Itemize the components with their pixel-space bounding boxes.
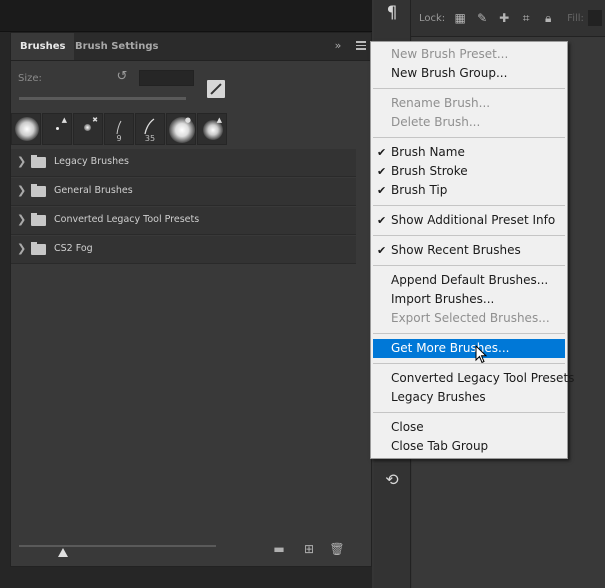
menu-separator xyxy=(373,363,565,364)
menu-separator xyxy=(373,265,565,266)
folder-icon[interactable]: ▬ xyxy=(271,541,287,557)
group-name: Legacy Brushes xyxy=(54,156,129,167)
menu-item-new-brush-preset[interactable]: New Brush Preset... xyxy=(373,45,565,64)
menu-item-import-brushes[interactable]: Import Brushes... xyxy=(373,290,565,309)
brush-edit-icon[interactable] xyxy=(207,80,225,98)
brush-size-label: 35 xyxy=(144,134,156,143)
menu-separator xyxy=(373,205,565,206)
slider-thumb[interactable] xyxy=(58,548,68,557)
recent-brush[interactable]: ▲ xyxy=(42,113,72,145)
panel-menu-icon[interactable] xyxy=(354,39,368,53)
brushes-panel: Brushes Brush Settings » Size: ↺ ▲ ✖ 9 3… xyxy=(10,32,372,567)
recent-brush[interactable]: ● xyxy=(166,113,196,145)
brushes-panel-flyout-menu: New Brush Preset... New Brush Group... R… xyxy=(370,41,574,459)
checkmark-icon: ✔ xyxy=(377,214,387,227)
layer-options-bar: Lock: ▦ ✎ ✚ ⌗ 🔒︎ Fill: xyxy=(411,0,605,37)
menu-item-close[interactable]: Close xyxy=(373,418,565,437)
brush-stroke-icon xyxy=(116,120,122,135)
recent-brush[interactable] xyxy=(11,113,41,145)
trash-icon[interactable]: 🗑︎ xyxy=(329,541,345,557)
folder-icon xyxy=(31,213,46,226)
menu-item-append-default-brushes[interactable]: Append Default Brushes... xyxy=(373,271,565,290)
menu-separator xyxy=(373,412,565,413)
folder-icon xyxy=(31,242,46,255)
checkmark-icon: ✔ xyxy=(377,184,387,197)
checkerboard-lock-icon[interactable]: ▦ xyxy=(453,11,467,25)
menu-item-rename-brush[interactable]: Rename Brush... xyxy=(373,94,565,113)
menu-item-brush-tip[interactable]: ✔ Brush Tip xyxy=(373,181,565,200)
menu-item-brush-name[interactable]: ✔ Brush Name xyxy=(373,143,565,162)
reset-size-icon[interactable]: ↺ xyxy=(115,70,129,84)
brush-size-label: 9 xyxy=(116,134,122,143)
menu-item-legacy-brushes[interactable]: Legacy Brushes xyxy=(373,388,565,407)
fill-label: Fill: xyxy=(567,12,584,24)
folder-icon xyxy=(31,155,46,168)
new-brush-icon[interactable]: ⊞ xyxy=(301,541,317,557)
folder-icon xyxy=(31,184,46,197)
checkmark-icon: ✔ xyxy=(377,146,387,159)
mouse-cursor-icon xyxy=(475,345,488,364)
pressure-icon: ● xyxy=(184,116,191,124)
recent-brush[interactable]: 35 xyxy=(135,113,165,145)
checkmark-icon: ✔ xyxy=(377,165,387,178)
menu-item-show-additional-preset-info[interactable]: ✔ Show Additional Preset Info xyxy=(373,211,565,230)
menu-item-delete-brush[interactable]: Delete Brush... xyxy=(373,113,565,132)
recent-brushes-strip: ▲ ✖ 9 35 ● ▲ xyxy=(11,113,241,147)
fill-input[interactable] xyxy=(587,10,602,26)
tab-brush-settings[interactable]: Brush Settings xyxy=(66,33,167,60)
chevron-right-icon[interactable]: ❯ xyxy=(17,184,26,197)
pressure-size-icon: ✖ xyxy=(92,116,98,124)
paragraph-icon[interactable]: ¶ xyxy=(384,4,400,22)
pressure-size-icon: ▲ xyxy=(61,116,67,124)
menu-item-close-tab-group[interactable]: Close Tab Group xyxy=(373,437,565,456)
panel-footer: ▬ ⊞ 🗑︎ xyxy=(11,533,371,566)
pressure-size-icon: ▲ xyxy=(216,116,222,124)
chevron-right-icon[interactable]: ❯ xyxy=(17,242,26,255)
size-slider[interactable] xyxy=(19,97,186,100)
tab-brushes[interactable]: Brushes xyxy=(11,33,75,60)
group-name: CS2 Fog xyxy=(54,243,93,254)
panel-tab-bar: Brushes Brush Settings » xyxy=(11,33,371,61)
menu-item-brush-stroke[interactable]: ✔ Brush Stroke xyxy=(373,162,565,181)
soft-round-brush-icon xyxy=(15,117,39,141)
brush-group-general-brushes[interactable]: ❯ General Brushes xyxy=(11,178,356,206)
menu-item-converted-legacy-tool-presets[interactable]: Converted Legacy Tool Presets xyxy=(373,369,574,388)
recent-brush[interactable]: ✖ xyxy=(73,113,103,145)
history-icon[interactable]: ⟲ xyxy=(382,470,402,490)
brush-lock-icon[interactable]: ✎ xyxy=(475,11,489,25)
checkmark-icon: ✔ xyxy=(377,244,387,257)
group-name: Converted Legacy Tool Presets xyxy=(54,214,200,225)
brush-group-legacy-brushes[interactable]: ❯ Legacy Brushes xyxy=(11,149,356,177)
brush-group-converted-legacy-tool-presets[interactable]: ❯ Converted Legacy Tool Presets xyxy=(11,207,356,235)
padlock-icon[interactable]: 🔒︎ xyxy=(541,11,555,25)
menu-separator xyxy=(373,137,565,138)
menu-item-show-recent-brushes[interactable]: ✔ Show Recent Brushes xyxy=(373,241,565,260)
brush-stroke-icon xyxy=(144,118,155,135)
size-input[interactable] xyxy=(139,70,194,86)
artboard-lock-icon[interactable]: ⌗ xyxy=(519,11,533,25)
size-label: Size: xyxy=(18,73,42,84)
top-strip xyxy=(0,0,372,32)
menu-separator xyxy=(373,235,565,236)
menu-separator xyxy=(373,333,565,334)
menu-item-get-more-brushes[interactable]: Get More Brushes... xyxy=(373,339,565,358)
chevron-right-icon[interactable]: ❯ xyxy=(17,155,26,168)
lock-label: Lock: xyxy=(419,12,446,24)
thumbnail-size-slider[interactable] xyxy=(19,545,216,547)
brush-group-cs2-fog[interactable]: ❯ CS2 Fog xyxy=(11,236,356,264)
recent-brush[interactable]: ▲ xyxy=(197,113,227,145)
collapse-panel-icon[interactable]: » xyxy=(331,39,345,53)
recent-brush[interactable]: 9 xyxy=(104,113,134,145)
small-soft-brush-icon xyxy=(84,124,91,131)
chevron-right-icon[interactable]: ❯ xyxy=(17,213,26,226)
hard-round-brush-icon xyxy=(56,127,59,130)
menu-item-export-selected-brushes[interactable]: Export Selected Brushes... xyxy=(373,309,565,328)
menu-item-new-brush-group[interactable]: New Brush Group... xyxy=(373,64,565,83)
soft-round-brush-icon xyxy=(169,117,195,143)
move-lock-icon[interactable]: ✚ xyxy=(497,11,511,25)
group-name: General Brushes xyxy=(54,185,133,196)
menu-separator xyxy=(373,88,565,89)
